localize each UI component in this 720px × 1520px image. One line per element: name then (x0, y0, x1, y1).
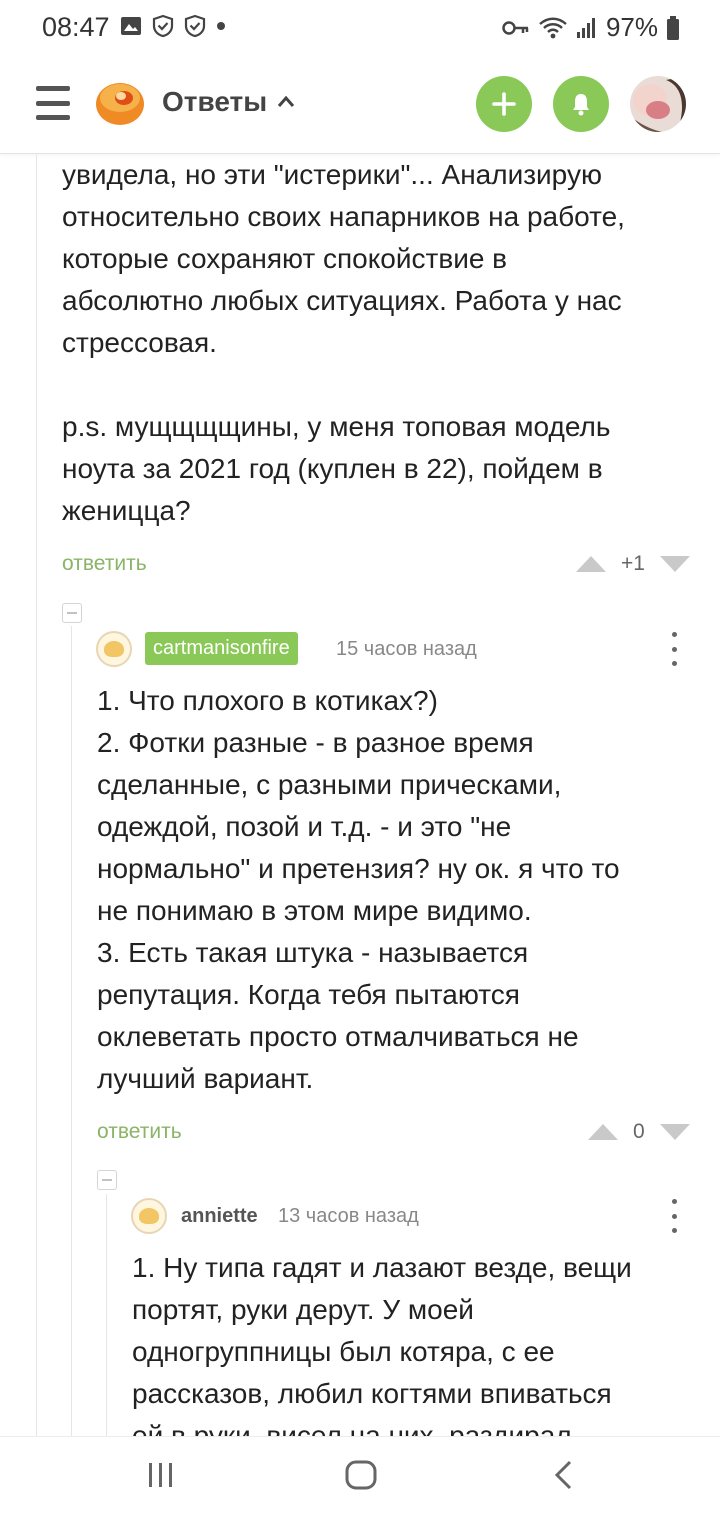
comment-time: 15 часов назад (336, 638, 477, 660)
dot-icon (217, 22, 225, 30)
comment-avatar[interactable] (96, 631, 132, 667)
battery-level: 97% (605, 12, 658, 42)
plus-icon (492, 92, 516, 116)
upvote-icon[interactable] (587, 1123, 619, 1141)
vote-score: +1 (621, 552, 645, 575)
app-logo-icon (96, 83, 144, 125)
comment-avatar[interactable] (131, 1198, 167, 1234)
profile-photo-icon (630, 76, 686, 132)
more-options-button[interactable] (664, 1199, 684, 1233)
battery-icon (667, 15, 679, 40)
home-icon[interactable] (344, 1459, 378, 1491)
downvote-icon[interactable] (659, 1123, 691, 1141)
app-header: Ответы (0, 56, 720, 154)
signal-icon (576, 17, 595, 38)
back-icon[interactable] (552, 1459, 576, 1491)
upvote-icon[interactable] (575, 555, 607, 573)
collapse-thread-button[interactable] (97, 1170, 117, 1190)
downvote-icon[interactable] (659, 555, 691, 573)
vote-score: 0 (633, 1120, 645, 1143)
reply-link[interactable]: ответить (97, 1120, 182, 1144)
system-icons: 97% (502, 12, 680, 43)
user-avatar[interactable] (630, 76, 686, 132)
collapse-thread-button[interactable] (62, 603, 82, 623)
shield-check-icon (152, 14, 174, 38)
comment-text: увидела, но эти "истерики"... Анализирую… (62, 159, 625, 526)
comment-text: 1. Ну типа гадят и лазают везде, вещи по… (132, 1252, 632, 1436)
status-bar: 08:47 97% (0, 0, 720, 56)
section-title-dropdown[interactable]: Ответы (162, 86, 295, 118)
vote-controls: +1 (575, 552, 691, 576)
page-title: Ответы (162, 86, 268, 117)
notifications-button[interactable] (553, 76, 609, 132)
recent-apps-icon[interactable] (146, 1459, 176, 1491)
notification-icons (120, 14, 226, 38)
thread-line (36, 154, 37, 1436)
comment-username[interactable]: anniette (181, 1205, 258, 1228)
comment-time: 13 часов назад (278, 1205, 419, 1227)
chevron-up-icon (278, 95, 295, 107)
comment-text: 1. Что плохого в котиках?) 2. Фотки разн… (97, 685, 620, 1094)
key-icon (502, 20, 529, 35)
add-post-button[interactable] (476, 76, 532, 132)
wifi-icon (539, 17, 567, 38)
status-time: 08:47 (42, 12, 110, 42)
bell-icon (573, 94, 589, 116)
vote-controls: 0 (587, 1120, 691, 1144)
menu-button[interactable] (36, 86, 70, 120)
system-navigation-bar (0, 1436, 720, 1520)
more-options-button[interactable] (664, 632, 684, 666)
thread-line (71, 626, 72, 1436)
comments-feed: увидела, но эти "истерики"... Анализирую… (0, 154, 720, 1436)
gallery-icon (121, 17, 141, 35)
shield-check-icon (184, 14, 206, 38)
comment-username[interactable]: cartmanisonfire (145, 632, 298, 665)
thread-line (106, 1194, 107, 1436)
reply-link[interactable]: ответить (62, 552, 147, 576)
avatar-icon (104, 641, 124, 657)
avatar-icon (139, 1208, 159, 1224)
